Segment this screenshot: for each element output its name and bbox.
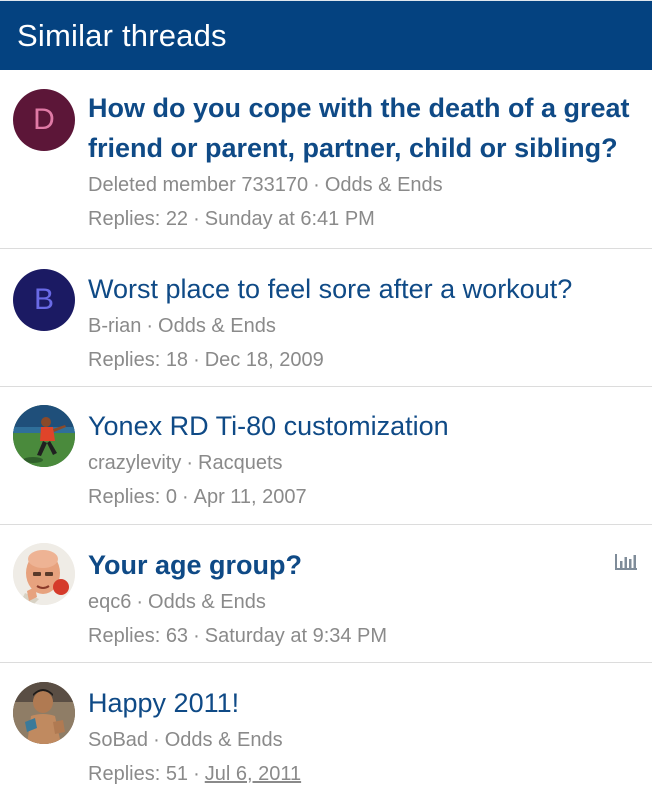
forum-link[interactable]: Odds & Ends (158, 315, 276, 337)
avatar[interactable]: B (13, 269, 75, 331)
thread-meta: B-rian · Odds & Ends (88, 311, 634, 341)
reply-count: Replies: 18 (88, 349, 189, 371)
thread-stats: Replies: 18 · Dec 18, 2009 (88, 345, 634, 375)
thread-meta: crazylevity · Racquets (88, 448, 634, 478)
reply-count: Replies: 22 (88, 208, 189, 230)
avatar[interactable] (13, 682, 75, 744)
separator: · (186, 452, 194, 474)
thread-title-link[interactable]: Your age group? (88, 545, 634, 585)
forum-link[interactable]: Odds & Ends (325, 174, 443, 196)
separator: · (181, 486, 189, 508)
section-title: Similar threads (17, 17, 227, 53)
thread-item[interactable]: Happy 2011! SoBad · Odds & Ends Replies: 5… (0, 663, 652, 800)
avatar[interactable]: D (13, 89, 75, 151)
poll-icon (615, 554, 637, 570)
thread-item[interactable]: D How do you cope with the death of a gr… (0, 70, 652, 249)
avatar[interactable] (13, 543, 75, 605)
author-link[interactable]: crazylevity (88, 452, 181, 474)
thread-stats: Replies: 51 · Jul 6, 2011 (88, 759, 634, 789)
last-post-date[interactable]: Dec 18, 2009 (205, 349, 324, 371)
person-photo-icon (13, 682, 75, 744)
thread-item[interactable]: Your age group? eqc6 · Odds & Ends Replies… (0, 525, 652, 663)
avatar-letter: D (33, 103, 55, 136)
reply-count: Replies: 0 (88, 486, 177, 508)
reply-count: Replies: 63 (88, 625, 189, 647)
reply-count: Replies: 51 (88, 763, 189, 785)
bald-man-photo-icon (13, 543, 75, 605)
last-post-date[interactable]: Sunday at 6:41 PM (205, 208, 375, 230)
thread-title-link[interactable]: Yonex RD Ti-80 customization (88, 406, 634, 446)
avatar-letter: B (33, 283, 54, 316)
similar-threads-header: Similar threads (0, 0, 652, 70)
thread-meta: eqc6 · Odds & Ends (88, 587, 634, 617)
author-link[interactable]: Deleted member 733170 (88, 174, 308, 196)
last-post-date[interactable]: Apr 11, 2007 (194, 486, 307, 508)
tennis-player-photo-icon (13, 405, 75, 467)
thread-meta: Deleted member 733170 · Odds & Ends (88, 170, 634, 200)
thread-title-link[interactable]: Happy 2011! (88, 683, 634, 723)
separator: · (153, 729, 160, 751)
last-post-date[interactable]: Jul 6, 2011 (205, 763, 301, 785)
thread-item[interactable]: B Worst place to feel sore after a worko… (0, 249, 652, 387)
thread-title-link[interactable]: How do you cope with the death of a grea… (88, 88, 634, 168)
separator: · (136, 591, 144, 613)
separator: · (193, 763, 200, 785)
author-link[interactable]: eqc6 (88, 591, 131, 613)
thread-stats: Replies: 22 · Sunday at 6:41 PM (88, 204, 634, 234)
forum-link[interactable]: Odds & Ends (148, 591, 266, 613)
separator: · (193, 208, 200, 230)
separator: · (193, 625, 200, 647)
thread-stats: Replies: 0 · Apr 11, 2007 (88, 482, 634, 512)
separator: · (313, 174, 320, 196)
separator: · (193, 349, 200, 371)
forum-link[interactable]: Racquets (198, 452, 283, 474)
author-link[interactable]: SoBad (88, 729, 148, 751)
thread-item[interactable]: Yonex RD Ti-80 customization crazylevity… (0, 387, 652, 525)
thread-meta: SoBad · Odds & Ends (88, 725, 634, 755)
separator: · (146, 315, 154, 337)
thread-title-link[interactable]: Worst place to feel sore after a workout… (88, 269, 634, 309)
thread-stats: Replies: 63 · Saturday at 9:34 PM (88, 621, 634, 651)
avatar[interactable] (13, 405, 75, 467)
author-link[interactable]: B-rian (88, 315, 141, 337)
last-post-date[interactable]: Saturday at 9:34 PM (205, 625, 387, 647)
forum-link[interactable]: Odds & Ends (165, 729, 283, 751)
